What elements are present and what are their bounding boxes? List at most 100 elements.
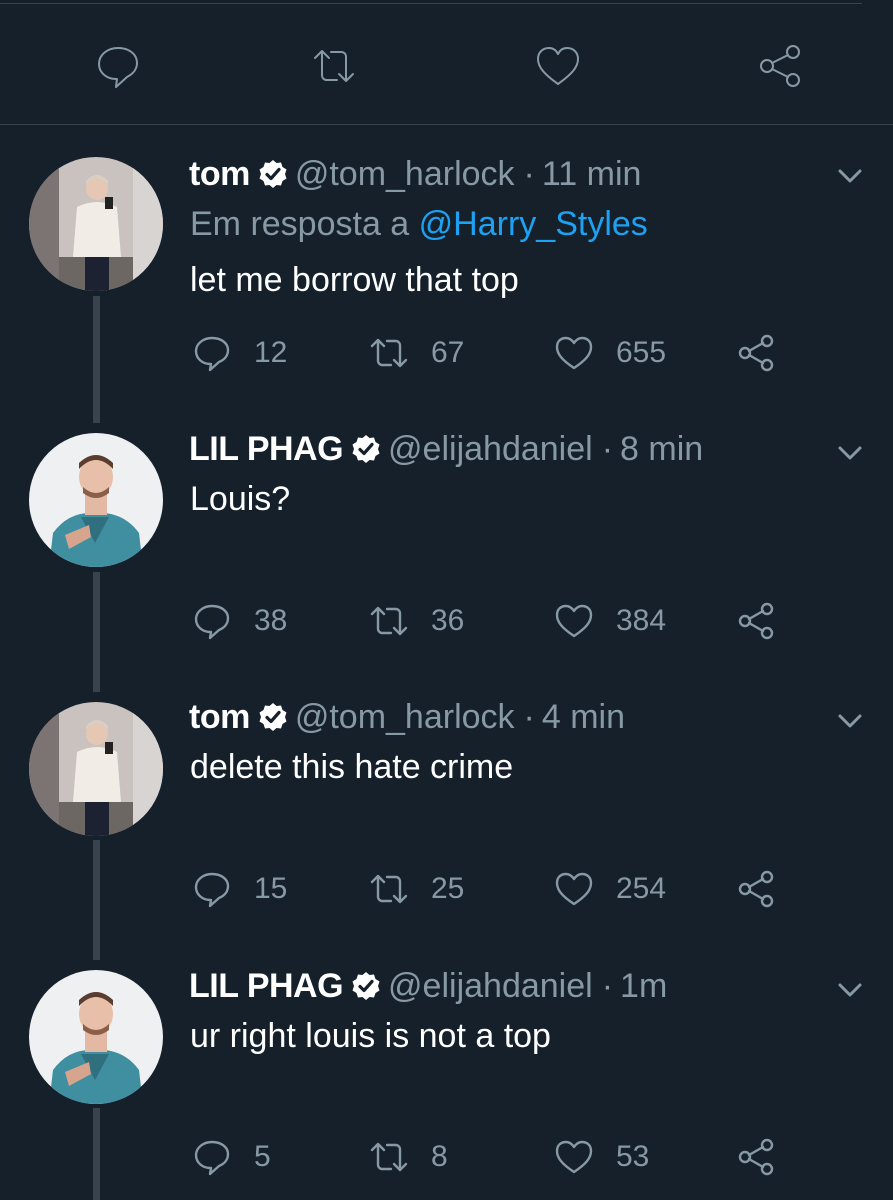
share-icon bbox=[760, 45, 800, 87]
share-icon bbox=[738, 1138, 774, 1176]
like-button[interactable]: 53 bbox=[554, 1135, 649, 1179]
tweet-header: tom @tom_harlock · 11 min bbox=[189, 154, 641, 194]
retweet-count: 67 bbox=[431, 336, 465, 369]
tweet-text: ur right louis is not a top bbox=[190, 1017, 551, 1055]
reply-button[interactable]: 15 bbox=[192, 867, 287, 911]
timestamp[interactable]: 4 min bbox=[542, 697, 625, 737]
heart-icon bbox=[555, 604, 593, 638]
user-handle[interactable]: @tom_harlock bbox=[295, 154, 515, 194]
retweet-count: 8 bbox=[431, 1140, 448, 1173]
tweet-menu-button[interactable] bbox=[834, 705, 866, 737]
reply-count: 12 bbox=[254, 336, 288, 369]
user-handle[interactable]: @tom_harlock bbox=[295, 697, 515, 737]
like-button[interactable]: 254 bbox=[554, 867, 666, 911]
reply-count: 5 bbox=[254, 1140, 271, 1173]
share-icon bbox=[738, 334, 774, 372]
speech-bubble-icon bbox=[98, 47, 138, 88]
reply-count: 38 bbox=[254, 604, 288, 637]
retweet-icon bbox=[370, 606, 408, 636]
action-bar-divider bbox=[0, 124, 893, 125]
verified-badge-icon bbox=[350, 970, 382, 1002]
share-icon bbox=[738, 870, 774, 908]
separator-dot: · bbox=[601, 967, 614, 1005]
avatar-photo-tom bbox=[29, 157, 163, 291]
reply-button[interactable]: 5 bbox=[192, 1135, 271, 1179]
like-count: 384 bbox=[616, 604, 667, 637]
avatar[interactable] bbox=[29, 157, 163, 291]
avatar[interactable] bbox=[29, 433, 163, 567]
reply-button[interactable]: 12 bbox=[192, 331, 287, 375]
retweet-icon bbox=[370, 1142, 408, 1172]
retweet-count: 36 bbox=[431, 604, 465, 637]
tweet-menu-button[interactable] bbox=[834, 437, 866, 469]
reply-mention-link[interactable]: @Harry_Styles bbox=[419, 205, 648, 243]
like-button[interactable] bbox=[530, 38, 586, 94]
heart-icon bbox=[537, 47, 579, 85]
reply-button[interactable]: 38 bbox=[192, 599, 287, 643]
like-button[interactable]: 384 bbox=[554, 599, 666, 643]
chevron-down-icon bbox=[838, 169, 862, 183]
tweet-stats: 38 36 384 bbox=[0, 599, 893, 643]
retweet-button[interactable]: 8 bbox=[369, 1135, 448, 1179]
timestamp[interactable]: 1m bbox=[620, 966, 667, 1006]
share-button[interactable] bbox=[736, 599, 776, 643]
tweet-text: delete this hate crime bbox=[190, 748, 514, 786]
speech-bubble-icon bbox=[194, 604, 230, 640]
verified-badge-icon bbox=[257, 158, 289, 190]
retweet-button[interactable]: 67 bbox=[369, 331, 464, 375]
avatar[interactable] bbox=[29, 702, 163, 836]
display-name[interactable]: LIL PHAG bbox=[189, 429, 344, 469]
retweet-button[interactable] bbox=[306, 38, 362, 94]
display-name[interactable]: tom bbox=[189, 154, 250, 194]
chevron-down-icon bbox=[838, 983, 862, 997]
retweet-icon bbox=[370, 338, 408, 368]
share-button[interactable] bbox=[736, 331, 776, 375]
speech-bubble-icon bbox=[194, 872, 230, 908]
heart-icon bbox=[555, 1140, 593, 1174]
like-button[interactable]: 655 bbox=[554, 331, 666, 375]
retweet-button[interactable]: 25 bbox=[369, 867, 464, 911]
separator-dot: · bbox=[601, 430, 614, 468]
tweet-menu-button[interactable] bbox=[834, 160, 866, 192]
like-count: 53 bbox=[616, 1140, 650, 1173]
reply-count: 15 bbox=[254, 872, 288, 905]
avatar-photo-elijah bbox=[29, 433, 163, 567]
retweet-button[interactable]: 36 bbox=[369, 599, 464, 643]
avatar[interactable] bbox=[29, 970, 163, 1104]
share-button[interactable] bbox=[736, 867, 776, 911]
user-handle[interactable]: @elijahdaniel bbox=[388, 966, 593, 1006]
heart-icon bbox=[555, 336, 593, 370]
tweet-stats: 15 25 254 bbox=[0, 867, 893, 911]
main-tweet-action-bar bbox=[0, 0, 893, 125]
tweet-text: Louis? bbox=[190, 480, 291, 518]
tweet-header: LIL PHAG @elijahdaniel · 1m bbox=[189, 966, 667, 1006]
display-name[interactable]: LIL PHAG bbox=[189, 966, 344, 1006]
verified-badge-icon bbox=[257, 701, 289, 733]
share-button[interactable] bbox=[752, 38, 808, 94]
like-count: 655 bbox=[616, 336, 667, 369]
reply-prefix: Em resposta a bbox=[190, 205, 410, 243]
verified-badge-icon bbox=[350, 433, 382, 465]
display-name[interactable]: tom bbox=[189, 697, 250, 737]
tweet-menu-button[interactable] bbox=[834, 974, 866, 1006]
speech-bubble-icon bbox=[194, 336, 230, 372]
user-handle[interactable]: @elijahdaniel bbox=[388, 429, 593, 469]
retweet-icon bbox=[370, 874, 408, 904]
chevron-down-icon bbox=[838, 446, 862, 460]
timestamp[interactable]: 11 min bbox=[542, 154, 642, 194]
timestamp[interactable]: 8 min bbox=[620, 429, 703, 469]
like-count: 254 bbox=[616, 872, 667, 905]
tweet-header: LIL PHAG @elijahdaniel · 8 min bbox=[189, 429, 703, 469]
chevron-down-icon bbox=[838, 714, 862, 728]
avatar-photo-elijah bbox=[29, 970, 163, 1104]
tweet-stats: 12 67 655 bbox=[0, 331, 893, 375]
avatar-photo-tom bbox=[29, 702, 163, 836]
share-button[interactable] bbox=[736, 1135, 776, 1179]
heart-icon bbox=[555, 872, 593, 906]
separator-dot: · bbox=[523, 155, 535, 193]
share-icon bbox=[738, 602, 774, 640]
retweet-icon bbox=[314, 50, 354, 82]
tweet-header: tom @tom_harlock · 4 min bbox=[189, 697, 625, 737]
speech-bubble-icon bbox=[194, 1140, 230, 1176]
reply-button[interactable] bbox=[90, 38, 146, 94]
